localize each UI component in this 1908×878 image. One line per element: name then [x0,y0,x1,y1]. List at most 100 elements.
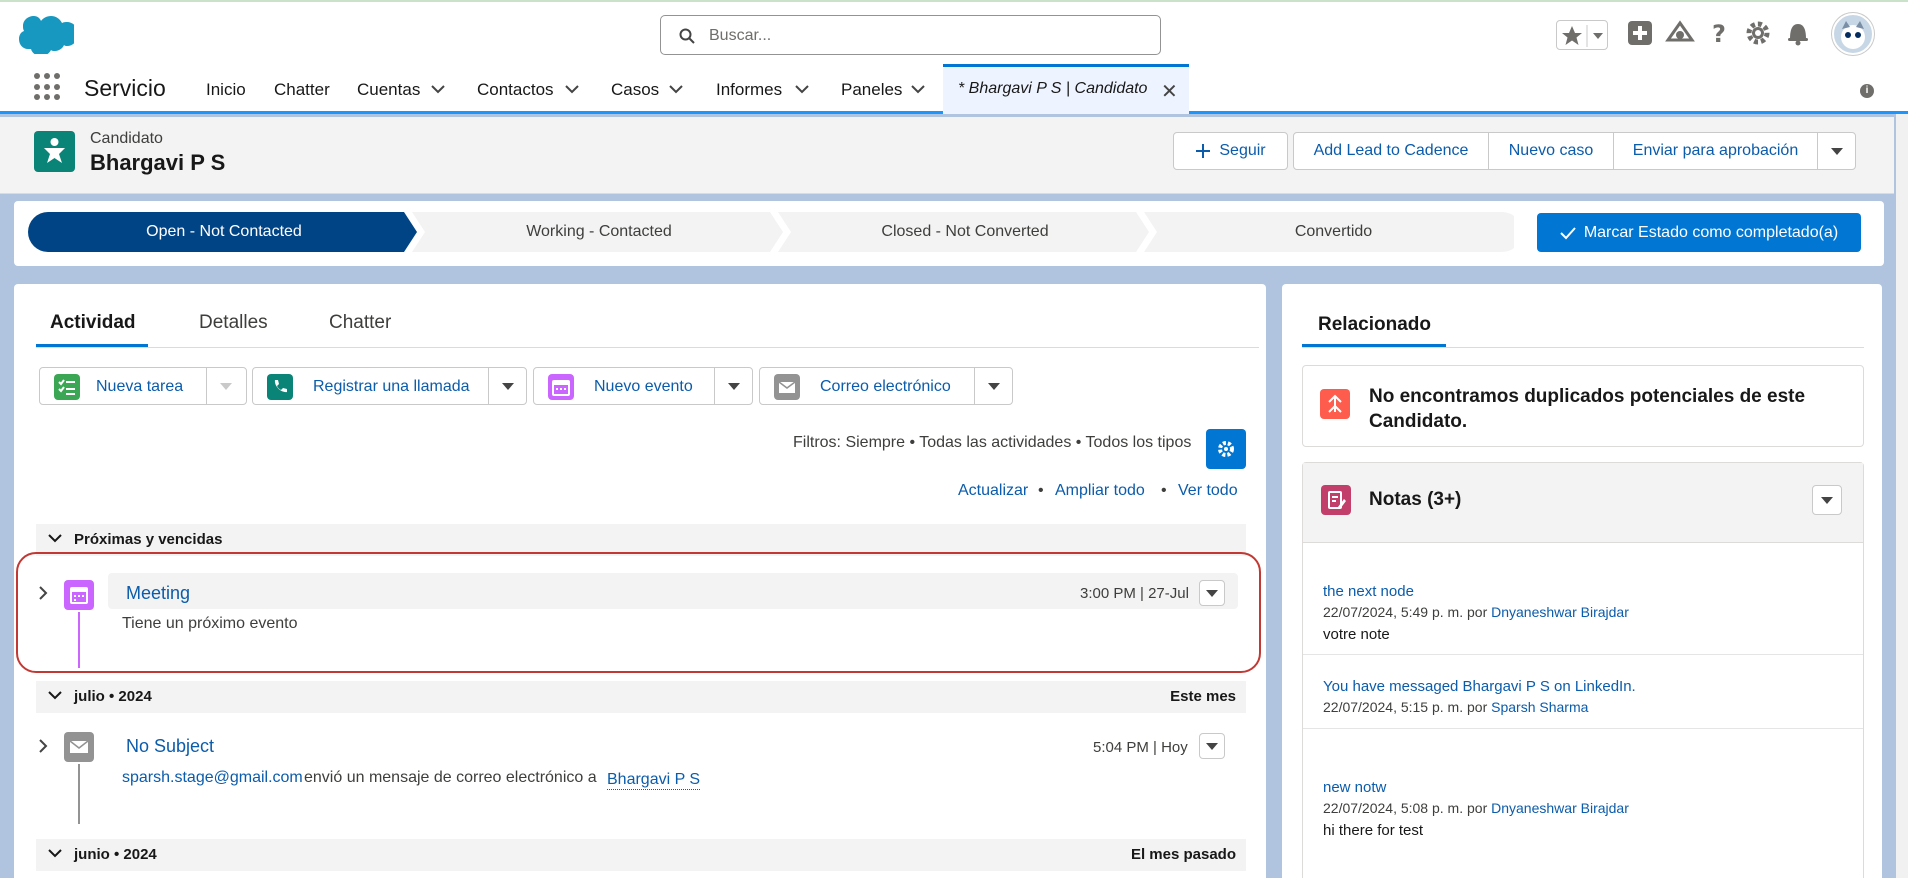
links-separator: • [1038,482,1044,499]
tab-relacionado[interactable]: Relacionado [1318,314,1431,336]
page-scrollbar[interactable] [1896,114,1908,878]
divider [1303,654,1863,655]
search-placeholder: Buscar... [709,27,772,44]
new-task-dropdown[interactable] [206,368,246,404]
chevron-down-icon[interactable] [565,84,579,94]
chevron-down-icon[interactable] [431,84,445,94]
chevron-down-icon[interactable] [669,84,683,94]
trailhead-icon[interactable] [1665,18,1695,48]
chevron-down-icon[interactable] [795,84,809,94]
record-header: Candidato Bhargavi P S Seguir Add Lead t… [0,117,1894,194]
note-date: 22/07/2024, 5:15 p. m. por [1323,699,1488,715]
email-description: envió un mensaje de correo electrónico a [304,769,597,786]
task-icon [54,374,80,400]
chevron-right-icon[interactable] [36,739,50,753]
duplicates-message: No encontramos duplicados potenciales de… [1369,386,1806,432]
note-author-link[interactable]: Dnyaneshwar Birajdar [1491,604,1629,620]
email-actions-button[interactable] [1199,733,1225,759]
view-all-link[interactable]: Ver todo [1178,482,1238,500]
info-icon[interactable]: i [1860,84,1874,98]
nav-item-cuentas[interactable]: Cuentas [357,80,420,100]
expand-all-link[interactable]: Ampliar todo [1055,482,1145,500]
mark-status-complete-button[interactable]: Marcar Estado como completado(a) [1537,213,1861,252]
related-card: Relacionado No encontramos duplicados po… [1282,284,1882,878]
filter-settings-button[interactable] [1206,429,1246,469]
follow-button[interactable]: Seguir [1173,132,1288,170]
email-sender-link[interactable]: sparsh.stage@gmail.com [122,769,303,787]
chevron-down-icon[interactable] [911,84,925,94]
email-title-link[interactable]: No Subject [126,736,214,757]
note-author-link[interactable]: Sparsh Sharma [1491,699,1588,715]
nav-item-contactos[interactable]: Contactos [477,80,554,100]
note-date: 22/07/2024, 5:49 p. m. por [1323,604,1488,620]
note-title-link[interactable]: You have messaged Bhargavi P S on Linked… [1323,678,1853,695]
notes-title[interactable]: Notas (3+) [1369,489,1461,511]
record-type: Candidato [90,130,163,147]
notes-actions-button[interactable] [1812,485,1842,515]
log-call-dropdown[interactable] [488,368,526,404]
avatar[interactable] [1832,13,1874,55]
record-name: Bhargavi P S [90,150,226,175]
email-time: 5:04 PM | Hoy [1093,739,1188,756]
favorites-button[interactable] [1556,20,1608,50]
email-icon [64,732,94,762]
note-title-link[interactable]: new notw [1323,779,1853,796]
nav-item-inicio[interactable]: Inicio [206,80,246,100]
global-search-input[interactable]: Buscar... [660,15,1161,55]
chevron-down-icon [728,383,740,390]
salesforce-logo-icon[interactable] [18,16,74,54]
section-july-label: Este mes [1170,688,1236,705]
email-button[interactable]: Correo electrónico [759,367,1013,405]
note-date: 22/07/2024, 5:08 p. m. por [1323,800,1488,816]
help-icon[interactable]: ? [1704,18,1734,48]
nav-item-paneles[interactable]: Paneles [841,80,902,100]
section-july-header[interactable]: julio • 2024 Este mes [36,681,1246,713]
nav-item-casos[interactable]: Casos [611,80,659,100]
notifications-bell-icon[interactable] [1783,18,1813,48]
new-case-button[interactable]: Nuevo caso [1488,133,1613,169]
path-step-working[interactable]: Working - Contacted [419,212,779,252]
lead-icon [34,131,75,172]
log-call-label: Registrar una llamada [313,378,470,395]
setup-gear-icon[interactable] [1743,18,1773,48]
path-step-closed[interactable]: Closed - Not Converted [785,212,1145,252]
refresh-link[interactable]: Actualizar [958,482,1028,500]
note-meta: 22/07/2024, 5:15 p. m. por Sparsh Sharma [1323,699,1853,715]
check-icon [1560,226,1576,239]
email-recipient-link[interactable]: Bhargavi P S [607,771,701,790]
tab-chatter[interactable]: Chatter [329,312,391,334]
path-step-open[interactable]: Open - Not Contacted [34,212,414,252]
path-step-converted[interactable]: Convertido [1151,212,1516,252]
nav-item-chatter[interactable]: Chatter [274,80,330,100]
follow-label: Seguir [1219,142,1266,159]
more-actions-button[interactable] [1817,133,1855,169]
tab-actividad[interactable]: Actividad [50,312,136,334]
new-event-dropdown[interactable] [714,368,752,404]
chevron-down-icon [220,383,232,390]
email-dropdown[interactable] [974,368,1012,404]
note-title-link[interactable]: the next node [1323,583,1853,600]
email-icon [774,374,800,400]
chevron-down-icon [48,534,62,543]
add-icon[interactable] [1625,18,1655,48]
chevron-down-icon [988,383,1000,390]
note-meta: 22/07/2024, 5:08 p. m. por Dnyaneshwar B… [1323,800,1853,816]
links-separator: • [1161,482,1167,499]
note-author-link[interactable]: Dnyaneshwar Birajdar [1491,800,1629,816]
note-item: You have messaged Bhargavi P S on Linked… [1323,678,1853,715]
add-lead-to-cadence-button[interactable]: Add Lead to Cadence [1294,142,1488,160]
new-event-button[interactable]: Nuevo evento [533,367,753,405]
submit-approval-button[interactable]: Enviar para aprobación [1613,133,1817,169]
highlight-annotation [16,552,1261,673]
tab-record-bhargavi[interactable]: * Bhargavi P S | Candidato ✕ [943,64,1189,114]
section-june-header[interactable]: junio • 2024 El mes pasado [36,839,1246,871]
log-call-button[interactable]: Registrar una llamada [252,367,527,405]
new-task-button[interactable]: Nueva tarea [39,367,247,405]
gear-icon [1218,441,1234,457]
nav-item-informes[interactable]: Informes [716,80,782,100]
email-label: Correo electrónico [820,378,951,395]
close-icon[interactable]: ✕ [1161,79,1178,104]
app-launcher-icon[interactable] [34,73,62,101]
tab-detalles[interactable]: Detalles [199,312,268,334]
chevron-down-icon [48,691,62,700]
